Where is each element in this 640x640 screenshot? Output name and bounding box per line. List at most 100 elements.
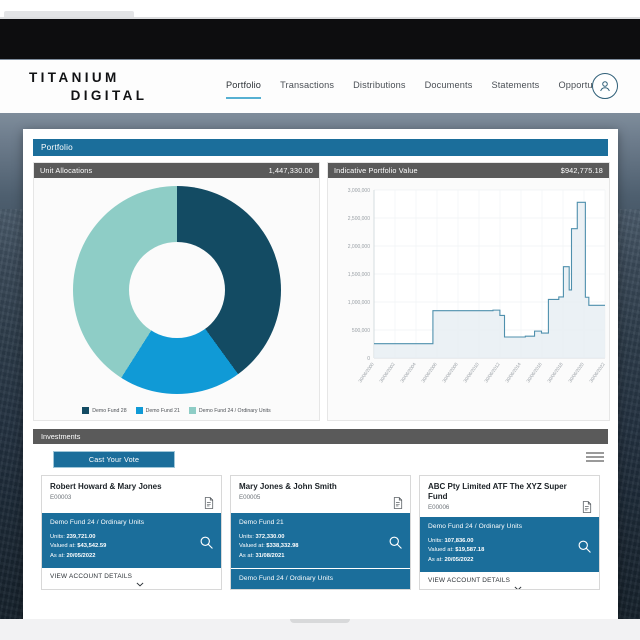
y-tick-label: 1,000,000 — [348, 300, 370, 306]
nav-item-statements[interactable]: Statements — [491, 80, 539, 93]
donut-center-hole — [128, 242, 225, 338]
y-tick-label: 2,500,000 — [348, 216, 370, 222]
indicative-value-amount: $942,775.18 — [560, 166, 603, 175]
investments-header: Investments — [33, 429, 608, 444]
nav-item-portfolio[interactable]: Portfolio — [226, 80, 262, 99]
list-icon-bar-1 — [586, 451, 604, 454]
legend-item[interactable]: Demo Fund 21 — [135, 407, 180, 414]
x-tick-label: 30/06/2018 — [547, 361, 565, 383]
y-tick-label: 0 — [367, 356, 370, 362]
indicative-value-chart: 0 500,000 1,000,000 1,500,000 2,000,000 2,500… — [328, 178, 609, 420]
investor-name: ABC Pty Limited ATF The XYZ Super Fund — [428, 482, 567, 501]
legend-item[interactable]: Demo Fund 28 — [82, 407, 127, 414]
chevron-down-icon — [514, 578, 522, 590]
nav-item-documents[interactable]: Documents — [425, 80, 473, 93]
search-glyph — [578, 540, 591, 553]
chevron-down-icon — [136, 574, 144, 587]
document-glyph — [393, 497, 403, 509]
unit-allocations-chart: Demo Fund 28 Demo Fund 21 Demo Fund 24 / O… — [34, 178, 319, 420]
legend-label: Demo Fund 21 — [145, 407, 180, 414]
user-avatar-icon[interactable] — [592, 73, 618, 99]
legend-swatch-icon — [82, 407, 90, 414]
investment-card-header: Mary Jones & John Smith E00005 — [231, 476, 410, 512]
indicative-value-title: Indicative Portfolio Value — [334, 166, 418, 175]
search-icon[interactable] — [388, 535, 403, 550]
y-tick-label: 3,000,000 — [348, 188, 370, 194]
document-glyph — [204, 497, 214, 509]
brand-logo[interactable]: TITANIUM DIGITAL — [29, 69, 179, 105]
charts-row: Unit Allocations 1,447,330.00 Demo Fund … — [33, 162, 610, 421]
search-icon[interactable] — [577, 539, 592, 554]
investment-card: Robert Howard & Mary Jones E00003 Demo F… — [41, 475, 222, 591]
site-header: TITANIUM DIGITAL Portfolio Transactions … — [0, 60, 640, 113]
fund-title: Demo Fund 24 / Ordinary Units — [428, 523, 523, 530]
document-icon[interactable] — [204, 496, 214, 509]
unit-allocations-card: Unit Allocations 1,447,330.00 Demo Fund … — [33, 162, 320, 421]
fund-valued-line: Valued at: $338,332.98 — [239, 543, 299, 550]
x-tick-label: 30/06/2000 — [358, 361, 376, 383]
x-tick-label: 30/06/2004 — [400, 361, 418, 383]
list-icon-bar-3 — [586, 460, 604, 463]
fund-holding-block: Demo Fund 21 Units: 372,330.00 Valued at… — [231, 512, 410, 569]
y-tick-label: 1,500,000 — [348, 272, 370, 278]
fund-asat-line: As at: 31/08/2021 — [239, 552, 285, 559]
fund-detail-lines: Units: 239,721.00 Valued at: $43,542.59 … — [50, 533, 213, 561]
investment-card-header: Robert Howard & Mary Jones E00003 — [42, 476, 221, 512]
legend-item[interactable]: Demo Fund 24 / Ordinary Units — [188, 407, 271, 414]
investor-code: E00003 — [50, 494, 72, 501]
investment-card: Mary Jones & John Smith E00005 Demo Fund… — [230, 475, 411, 591]
search-glyph — [200, 536, 213, 549]
legend-swatch-icon — [188, 407, 196, 414]
fund-asat-line: As at: 20/05/2022 — [50, 552, 96, 559]
x-tick-label: 30/06/2022 — [589, 361, 607, 383]
legend-swatch-icon — [135, 407, 143, 414]
x-tick-label: 30/06/2010 — [463, 361, 481, 383]
x-tick-label: 30/06/2014 — [505, 361, 523, 383]
investments-title: Investments — [41, 432, 81, 441]
unit-allocations-title: Unit Allocations — [40, 166, 93, 175]
laptop-notch — [290, 619, 350, 623]
document-icon[interactable] — [582, 500, 592, 513]
portfolio-app-window: Portfolio Unit Allocations 1,447,330.00 … — [23, 129, 618, 629]
document-glyph — [582, 501, 592, 513]
search-glyph — [389, 536, 402, 549]
unit-allocations-value: 1,447,330.00 — [268, 166, 313, 175]
donut-chart[interactable] — [72, 186, 281, 394]
view-account-details-button[interactable]: VIEW ACCOUNT DETAILS — [420, 572, 599, 590]
fund-title: Demo Fund 24 / Ordinary Units — [50, 519, 145, 526]
indicative-value-header: Indicative Portfolio Value $942,775.18 — [328, 163, 609, 178]
chevron-down-glyph — [136, 582, 144, 587]
investments-body: Cast Your Vote Robert Howard & Mary Jone… — [33, 444, 608, 594]
search-icon[interactable] — [199, 535, 214, 550]
investor-code: E00006 — [428, 504, 450, 511]
investment-card-header: ABC Pty Limited ATF The XYZ Super Fund E… — [420, 476, 599, 516]
unit-allocations-header: Unit Allocations 1,447,330.00 — [34, 163, 319, 178]
cast-your-vote-button[interactable]: Cast Your Vote — [53, 451, 175, 468]
x-tick-label: 30/06/2012 — [484, 361, 502, 383]
laptop-device-frame: TITANIUM DIGITAL Portfolio Transactions … — [0, 0, 640, 640]
investor-code: E00005 — [239, 494, 261, 501]
nav-item-distributions[interactable]: Distributions — [353, 80, 406, 93]
fund-units-line: Units: 239,721.00 — [50, 534, 96, 540]
x-tick-label: 30/06/2008 — [442, 361, 460, 383]
y-tick-label: 2,000,000 — [348, 244, 370, 250]
x-tick-label: 30/06/2020 — [568, 361, 586, 383]
x-tick-label: 30/06/2006 — [421, 361, 439, 383]
portfolio-panel-title: Portfolio — [41, 143, 73, 152]
x-tick-label: 30/06/2002 — [379, 361, 397, 383]
screen-area: TITANIUM DIGITAL Portfolio Transactions … — [0, 19, 640, 629]
fund-asat-line: As at: 20/05/2022 — [428, 556, 474, 563]
view-account-details-button[interactable]: VIEW ACCOUNT DETAILS — [42, 568, 221, 587]
list-view-icon[interactable] — [584, 448, 606, 466]
investor-name: Robert Howard & Mary Jones — [50, 482, 162, 491]
x-tick-label: 30/06/2016 — [526, 361, 544, 383]
portfolio-value-area-chart[interactable]: 0 500,000 1,000,000 1,500,000 2,000,000 2,500… — [328, 182, 611, 420]
portfolio-panel-header: Portfolio — [33, 139, 608, 156]
fund-holding-block: Demo Fund 24 / Ordinary Units Units: 107… — [420, 516, 599, 573]
nav-item-transactions[interactable]: Transactions — [280, 80, 334, 93]
view-account-details-label: VIEW ACCOUNT DETAILS — [428, 577, 511, 585]
investor-name: Mary Jones & John Smith — [239, 482, 337, 491]
legend-label: Demo Fund 24 / Ordinary Units — [198, 407, 271, 414]
fund-title: Demo Fund 24 / Ordinary Units — [239, 575, 334, 583]
document-icon[interactable] — [393, 496, 403, 509]
